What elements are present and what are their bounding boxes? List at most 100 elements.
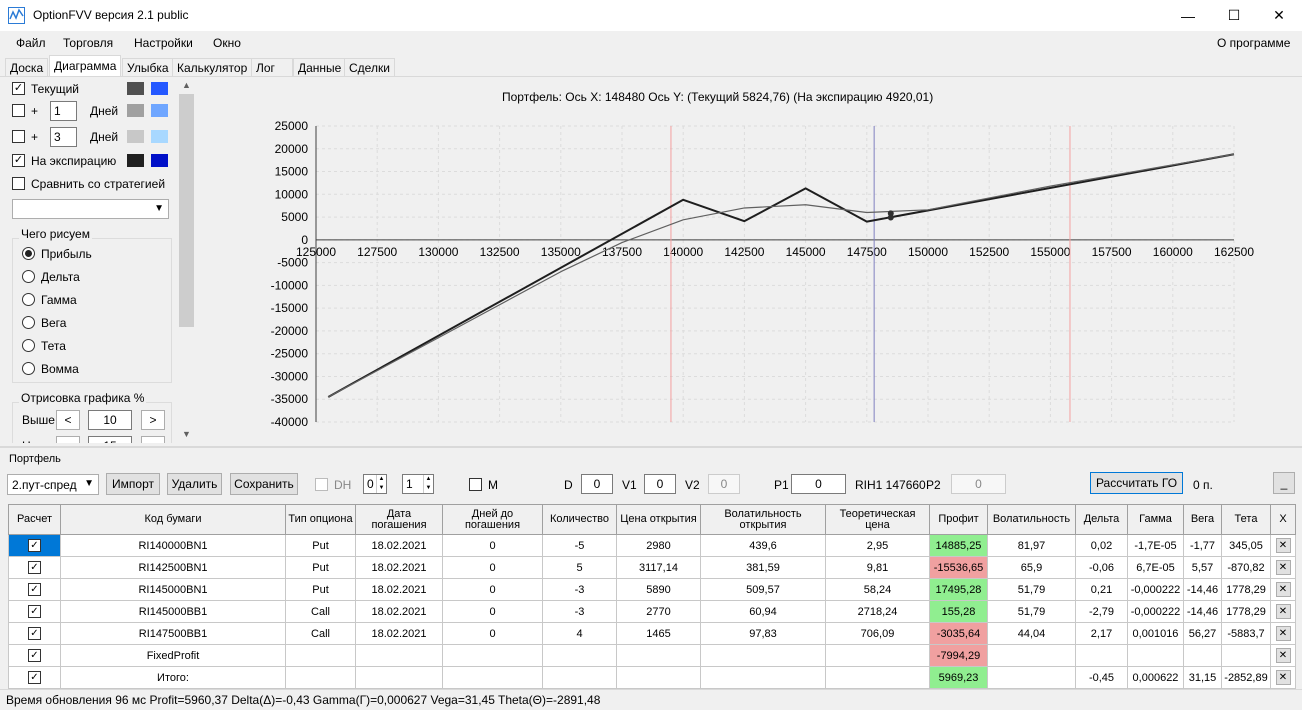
v2-input[interactable]: 0 bbox=[708, 474, 740, 494]
plus1-days-input[interactable]: 1 bbox=[50, 101, 77, 121]
table-cell[interactable]: Put bbox=[285, 556, 356, 579]
table-cell[interactable]: -7994,29 bbox=[929, 644, 988, 667]
table-cell[interactable]: -3035,64 bbox=[929, 622, 988, 645]
maximize-button[interactable]: ☐ bbox=[1211, 0, 1257, 31]
calc-checkbox[interactable]: ✓ bbox=[28, 539, 41, 552]
table-cell[interactable]: 18.02.2021 bbox=[355, 534, 443, 557]
table-cell[interactable]: 345,05 bbox=[1221, 534, 1271, 557]
table-cell[interactable]: 0 bbox=[442, 578, 543, 601]
table-cell[interactable]: 44,04 bbox=[987, 622, 1076, 645]
table-cell[interactable]: 18.02.2021 bbox=[355, 578, 443, 601]
spin-arrows-icon[interactable]: ▲ ▼ bbox=[423, 475, 433, 493]
table-cell[interactable]: 0,02 bbox=[1075, 534, 1128, 557]
column-header[interactable]: Гамма bbox=[1127, 504, 1184, 535]
table-cell[interactable]: 0,000622 bbox=[1127, 666, 1184, 689]
table-cell[interactable]: -0,06 bbox=[1075, 556, 1128, 579]
table-cell[interactable] bbox=[700, 666, 826, 689]
table-cell[interactable]: RI145000BN1 bbox=[60, 578, 286, 601]
table-row[interactable]: ✓ RI145000BN1 Put 18.02.2021 0 -3 5890 509,57 58… bbox=[8, 578, 1296, 601]
table-cell[interactable] bbox=[700, 644, 826, 667]
table-cell[interactable]: 58,24 bbox=[825, 578, 930, 601]
below-increase-button[interactable]: > bbox=[141, 436, 165, 443]
table-cell[interactable]: ✕ bbox=[1270, 644, 1296, 667]
table-cell[interactable]: 509,57 bbox=[700, 578, 826, 601]
plus2-color-swatch[interactable] bbox=[127, 130, 144, 143]
collapse-button[interactable]: _ bbox=[1273, 472, 1295, 494]
below-value-input[interactable]: 15 bbox=[88, 436, 132, 443]
table-cell[interactable]: -3 bbox=[542, 600, 617, 623]
table-cell[interactable]: 56,27 bbox=[1183, 622, 1222, 645]
table-cell[interactable]: 97,83 bbox=[700, 622, 826, 645]
table-cell[interactable]: 0 bbox=[442, 622, 543, 645]
plus2-color-swatch-2[interactable] bbox=[151, 130, 168, 143]
table-cell[interactable]: 439,6 bbox=[700, 534, 826, 557]
p2-input[interactable]: 0 bbox=[951, 474, 1006, 494]
table-cell[interactable]: RI142500BN1 bbox=[60, 556, 286, 579]
table-cell[interactable]: 2,95 bbox=[825, 534, 930, 557]
table-row[interactable]: ✓ Итого: 5969,23 -0,45 0,000622 31,15 -2852,89… bbox=[8, 666, 1296, 689]
table-cell[interactable] bbox=[1183, 644, 1222, 667]
table-cell[interactable]: 31,15 bbox=[1183, 666, 1222, 689]
above-increase-button[interactable]: > bbox=[141, 410, 165, 430]
expiry-color-swatch[interactable] bbox=[127, 154, 144, 167]
table-row[interactable]: ✓ RI145000BB1 Call 18.02.2021 0 -3 2770 60,94 27… bbox=[8, 600, 1296, 623]
table-cell[interactable]: -14,46 bbox=[1183, 600, 1222, 623]
tab-calculator[interactable]: Калькулятор bbox=[172, 58, 253, 77]
table-cell[interactable]: 9,81 bbox=[825, 556, 930, 579]
radio-delta[interactable] bbox=[22, 270, 35, 283]
tab-log[interactable]: Лог bbox=[251, 58, 293, 77]
table-cell[interactable] bbox=[616, 644, 701, 667]
calc-checkbox[interactable]: ✓ bbox=[28, 649, 41, 662]
table-cell[interactable]: 17495,28 bbox=[929, 578, 988, 601]
d-input[interactable]: 0 bbox=[581, 474, 613, 494]
table-cell[interactable]: ✓ bbox=[8, 622, 61, 645]
table-cell[interactable]: ✕ bbox=[1270, 556, 1296, 579]
scroll-down-icon[interactable]: ▼ bbox=[178, 426, 195, 443]
table-cell[interactable] bbox=[1127, 644, 1184, 667]
remove-row-icon[interactable]: ✕ bbox=[1275, 604, 1291, 619]
table-cell[interactable]: 1778,29 bbox=[1221, 600, 1271, 623]
table-cell[interactable]: RI145000BB1 bbox=[60, 600, 286, 623]
column-header[interactable]: Профит bbox=[929, 504, 988, 535]
table-cell[interactable]: Put bbox=[285, 534, 356, 557]
table-cell[interactable]: 18.02.2021 bbox=[355, 556, 443, 579]
expiry-checkbox[interactable]: ✓ bbox=[12, 154, 25, 167]
table-cell[interactable]: -3 bbox=[542, 578, 617, 601]
table-cell[interactable]: -1,77 bbox=[1183, 534, 1222, 557]
table-cell[interactable]: ✕ bbox=[1270, 666, 1296, 689]
plus2-days-input[interactable]: 3 bbox=[50, 127, 77, 147]
table-cell[interactable]: 2718,24 bbox=[825, 600, 930, 623]
table-row[interactable]: ✓ FixedProfit -7994,29 ✕ bbox=[8, 644, 1296, 667]
table-cell[interactable] bbox=[285, 644, 356, 667]
radio-gamma[interactable] bbox=[22, 293, 35, 306]
table-cell[interactable]: 5969,23 bbox=[929, 666, 988, 689]
save-button[interactable]: Сохранить bbox=[230, 473, 298, 495]
table-cell[interactable] bbox=[355, 644, 443, 667]
tab-deals[interactable]: Сделки bbox=[344, 58, 395, 77]
strategy-select[interactable]: 2.пут-спред ▼ bbox=[7, 474, 99, 495]
table-cell[interactable] bbox=[442, 644, 543, 667]
table-cell[interactable]: 0 bbox=[442, 556, 543, 579]
column-header[interactable]: Дней до погашения bbox=[442, 504, 543, 535]
remove-row-icon[interactable]: ✕ bbox=[1275, 582, 1291, 597]
plus1-color-swatch[interactable] bbox=[127, 104, 144, 117]
column-header[interactable]: Теоретическая цена bbox=[825, 504, 930, 535]
table-cell[interactable]: -5 bbox=[542, 534, 617, 557]
column-header[interactable]: Волатильность bbox=[987, 504, 1076, 535]
table-cell[interactable]: 706,09 bbox=[825, 622, 930, 645]
table-cell[interactable]: 3117,14 bbox=[616, 556, 701, 579]
table-cell[interactable]: 381,59 bbox=[700, 556, 826, 579]
scroll-up-icon[interactable]: ▲ bbox=[178, 77, 195, 94]
spin1-input[interactable]: 0 ▲ ▼ bbox=[363, 474, 387, 494]
table-cell[interactable]: Call bbox=[285, 600, 356, 623]
table-cell[interactable]: ✓ bbox=[8, 666, 61, 689]
column-header[interactable]: Код бумаги bbox=[60, 504, 286, 535]
table-cell[interactable]: -1,7E-05 bbox=[1127, 534, 1184, 557]
table-cell[interactable]: 2770 bbox=[616, 600, 701, 623]
import-button[interactable]: Импорт bbox=[106, 473, 160, 495]
table-cell[interactable]: 0,001016 bbox=[1127, 622, 1184, 645]
table-cell[interactable] bbox=[987, 666, 1076, 689]
dh-checkbox[interactable] bbox=[315, 478, 328, 491]
table-cell[interactable]: ✓ bbox=[8, 556, 61, 579]
table-cell[interactable]: 81,97 bbox=[987, 534, 1076, 557]
